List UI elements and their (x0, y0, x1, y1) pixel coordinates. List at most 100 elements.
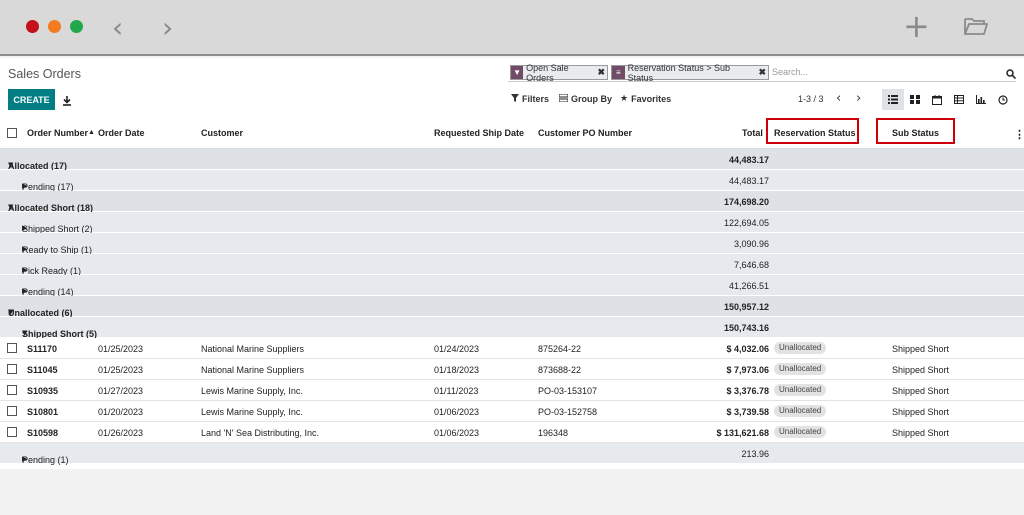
sub-status: Shipped Short (892, 386, 950, 396)
order-date: 01/27/2023 (98, 386, 144, 396)
facet-label: Open Sale Orders (526, 62, 569, 83)
filters-label: Filters (522, 94, 550, 104)
order-date: 01/25/2023 (98, 344, 144, 354)
optional-columns-icon[interactable]: ⋮ (1014, 128, 1024, 141)
browser-chrome: ‹ › + (0, 0, 1024, 56)
order-number: S10598 (27, 428, 59, 438)
group-row[interactable]: ▶ Pending (14) 41,266.51 (0, 275, 1024, 297)
table-row[interactable]: S11170 01/25/2023 National Marine Suppli… (0, 338, 1024, 359)
status-badge: Unallocated (774, 363, 827, 375)
row-checkbox[interactable] (7, 364, 17, 374)
requested-ship-date: 01/24/2023 (434, 344, 480, 354)
pager-next-icon[interactable]: › (856, 91, 861, 106)
group-row[interactable]: ▼ Unallocated (6) 150,957.12 (0, 296, 1024, 318)
column-requested-ship-date[interactable]: Requested Ship Date (434, 128, 524, 138)
table-row[interactable]: S10935 01/27/2023 Lewis Marine Supply, I… (0, 380, 1024, 401)
create-button[interactable]: CREATE (8, 89, 55, 110)
group-row[interactable]: ▼ Shipped Short (5) 150,743.16 (0, 317, 1024, 339)
group-by-label: Group By (571, 94, 613, 104)
customer-po-number: 873688-22 (538, 365, 582, 375)
group-by-facet[interactable]: ≡ Reservation Status > Sub Status ✖ (611, 62, 769, 83)
table-row[interactable]: S10598 01/26/2023 Land 'N' Sea Distribut… (0, 422, 1024, 443)
order-date: 01/20/2023 (98, 407, 144, 417)
group-total: 44,483.17 (728, 155, 769, 165)
order-date: 01/25/2023 (98, 365, 144, 375)
customer: Lewis Marine Supply, Inc. (201, 407, 303, 417)
group-total: 122,694.05 (723, 218, 769, 228)
status-badge: Unallocated (774, 384, 827, 396)
column-order-date[interactable]: Order Date (98, 128, 145, 138)
group-row[interactable]: ▶ Pending (17) 44,483.17 (0, 170, 1024, 192)
star-icon: ★ (620, 94, 629, 104)
group-row[interactable]: ▼ Allocated (17) 44,483.17 (0, 149, 1024, 171)
customer-po-number: PO-03-153107 (538, 386, 598, 396)
pager-previous-icon[interactable]: ‹ (836, 91, 841, 106)
order-number: S10935 (27, 386, 59, 396)
kanban-view-icon[interactable] (904, 89, 926, 110)
search-input[interactable]: Search... (772, 67, 808, 77)
favorites-label: Favorites (631, 94, 672, 104)
row-checkbox[interactable] (7, 385, 17, 395)
calendar-view-icon[interactable] (926, 89, 948, 110)
table-row[interactable]: S11045 01/25/2023 National Marine Suppli… (0, 359, 1024, 380)
maximize-window-dot[interactable] (70, 20, 83, 33)
group-row[interactable]: ▼ Allocated Short (18) 174,698.20 (0, 191, 1024, 213)
sub-status: Shipped Short (892, 407, 950, 417)
chevron-left-icon[interactable]: ‹ (112, 14, 123, 42)
group-row[interactable]: ▶ Ready to Ship (1) 3,090.96 (0, 233, 1024, 255)
group-by-button[interactable]: Group By (558, 93, 613, 104)
group-total: 174,698.20 (723, 197, 769, 207)
order-date: 01/26/2023 (98, 428, 144, 438)
select-all-checkbox[interactable] (7, 128, 17, 138)
pivot-view-icon[interactable] (948, 89, 970, 110)
group-row[interactable]: ▶ Pending (1) 213.96 (0, 443, 1024, 465)
customer-po-number: 875264-22 (538, 344, 582, 354)
group-row[interactable]: ▶ Pick Ready (1) 7,646.68 (0, 254, 1024, 276)
search-icon[interactable] (1006, 66, 1017, 84)
group-label: Pending (1) (22, 455, 69, 465)
row-checkbox[interactable] (7, 427, 17, 437)
column-order-number[interactable]: Order Number (27, 128, 88, 138)
close-window-dot[interactable] (26, 20, 39, 33)
status-badge: Unallocated (774, 342, 827, 354)
highlight-sub-status (876, 118, 955, 144)
search-bar[interactable]: ▼ Open Sale Orders ✖ ≡ Reservation Statu… (508, 62, 1017, 84)
minimize-window-dot[interactable] (48, 20, 61, 33)
chevron-right-icon[interactable]: › (162, 14, 173, 42)
facet-label: Reservation Status > Sub Status (627, 62, 730, 83)
row-checkbox[interactable] (7, 343, 17, 353)
download-icon[interactable] (62, 93, 72, 111)
total: $ 131,621.68 (716, 428, 769, 438)
page-title: Sales Orders (8, 67, 81, 81)
group-total: 7,646.68 (733, 260, 769, 270)
group-by-icon: ≡ (612, 66, 625, 79)
table-row[interactable]: S10801 01/20/2023 Lewis Marine Supply, I… (0, 401, 1024, 422)
customer: National Marine Suppliers (201, 344, 305, 354)
status-badge: Unallocated (774, 426, 827, 438)
order-number: S11170 (27, 344, 58, 354)
filter-facet[interactable]: ▼ Open Sale Orders ✖ (510, 62, 608, 83)
group-total: 44,483.17 (728, 176, 769, 186)
activity-view-icon[interactable] (992, 89, 1014, 110)
requested-ship-date: 01/06/2023 (434, 428, 480, 438)
total: $ 4,032.06 (726, 344, 769, 354)
pager-value[interactable]: 1-3 / 3 (798, 94, 824, 104)
highlight-reservation-status (766, 118, 859, 144)
close-icon[interactable]: ✖ (758, 67, 766, 78)
column-customer-po-number[interactable]: Customer PO Number (538, 128, 632, 138)
plus-icon[interactable]: + (903, 10, 930, 42)
filters-button[interactable]: Filters (511, 94, 549, 104)
column-customer[interactable]: Customer (201, 128, 243, 138)
favorites-button[interactable]: ★ Favorites (620, 94, 671, 104)
order-number: S11045 (27, 365, 58, 375)
list-view-icon[interactable] (882, 89, 904, 110)
close-icon[interactable]: ✖ (597, 67, 605, 78)
row-checkbox[interactable] (7, 406, 17, 416)
folder-icon[interactable] (963, 16, 989, 41)
group-total: 41,266.51 (728, 281, 769, 291)
column-total[interactable]: Total (742, 128, 763, 138)
group-row[interactable]: ▶ Shipped Short (2) 122,694.05 (0, 212, 1024, 234)
sub-status: Shipped Short (892, 428, 950, 438)
graph-view-icon[interactable] (970, 89, 992, 110)
requested-ship-date: 01/11/2023 (434, 386, 479, 396)
